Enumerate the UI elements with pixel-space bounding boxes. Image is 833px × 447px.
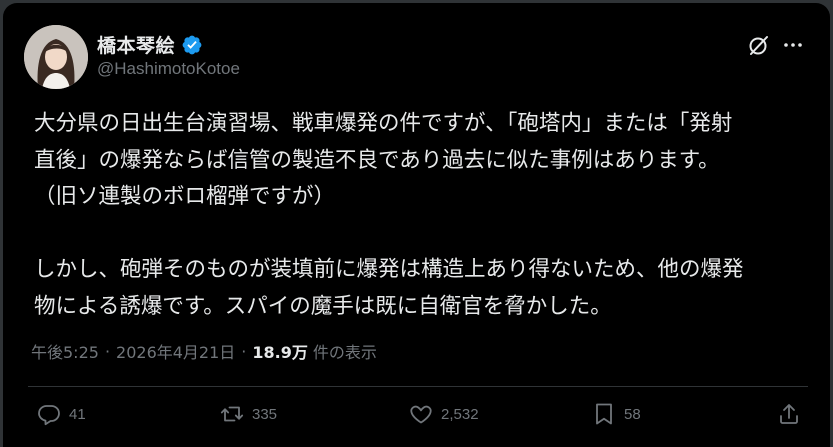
grok-icon[interactable] (745, 31, 773, 59)
like-button[interactable]: 2,532 (409, 402, 479, 426)
view-count[interactable]: 18.9万 (252, 339, 307, 363)
bookmark-button[interactable]: 58 (592, 402, 641, 426)
reply-count: 41 (69, 405, 86, 423)
share-icon (780, 404, 798, 424)
meta-separator: · (241, 341, 247, 361)
repost-count: 335 (252, 405, 278, 423)
like-count: 2,532 (441, 405, 479, 423)
view-count-label: 件の表示 (312, 343, 377, 362)
author-handle[interactable]: @HashimotoKotoe (97, 59, 240, 79)
bookmark-icon (596, 403, 612, 425)
action-bar: 41 335 2,532 58 (3, 402, 830, 436)
post-line: 大分県の日出生台演習場、戦車爆発の件ですが、「砲塔内」または「発射 (34, 111, 733, 136)
repost-button[interactable]: 335 (220, 402, 277, 426)
heart-icon (410, 405, 432, 424)
author-row: 橋本琴絵 (97, 31, 203, 58)
post-text: 大分県の日出生台演習場、戦車爆発の件ですが、「砲塔内」または「発射 直後」の爆発な… (34, 106, 824, 325)
post-line (34, 216, 824, 253)
post-line: （旧ソ連製のボロ榴弾ですが） (34, 184, 336, 209)
post-date[interactable]: 2026年4月21日 (116, 339, 235, 363)
post-line: 直後」の爆発ならば信管の製造不良であり過去に似た事例はあります。 (34, 147, 720, 173)
share-button[interactable] (777, 402, 801, 426)
more-horizontal-icon[interactable] (779, 31, 807, 59)
post-meta: 午後5:25 · 2026年4月21日 · 18.9万 件の表示 (31, 339, 377, 363)
post-card: 橋本琴絵 @HashimotoKotoe 大分県の日出生台演習場、戦車爆発の件で… (3, 3, 830, 447)
repost-icon (220, 406, 244, 422)
verified-badge-icon (181, 34, 203, 56)
post-line: 物による誘爆です。スパイの魔手は既に自衛官を脅かした。 (34, 293, 612, 319)
post-line: しかし、砲弾そのものが装填前に爆発は構造上あり得ないため、他の爆発 (34, 257, 744, 282)
profile-photo (24, 25, 88, 89)
post-time[interactable]: 午後5:25 (31, 339, 99, 363)
reply-button[interactable]: 41 (37, 402, 86, 426)
meta-separator: · (104, 341, 111, 361)
avatar[interactable] (24, 25, 88, 89)
reply-icon (38, 405, 60, 426)
display-name[interactable]: 橋本琴絵 (97, 31, 175, 58)
bookmark-count: 58 (624, 405, 641, 423)
divider (28, 386, 808, 387)
